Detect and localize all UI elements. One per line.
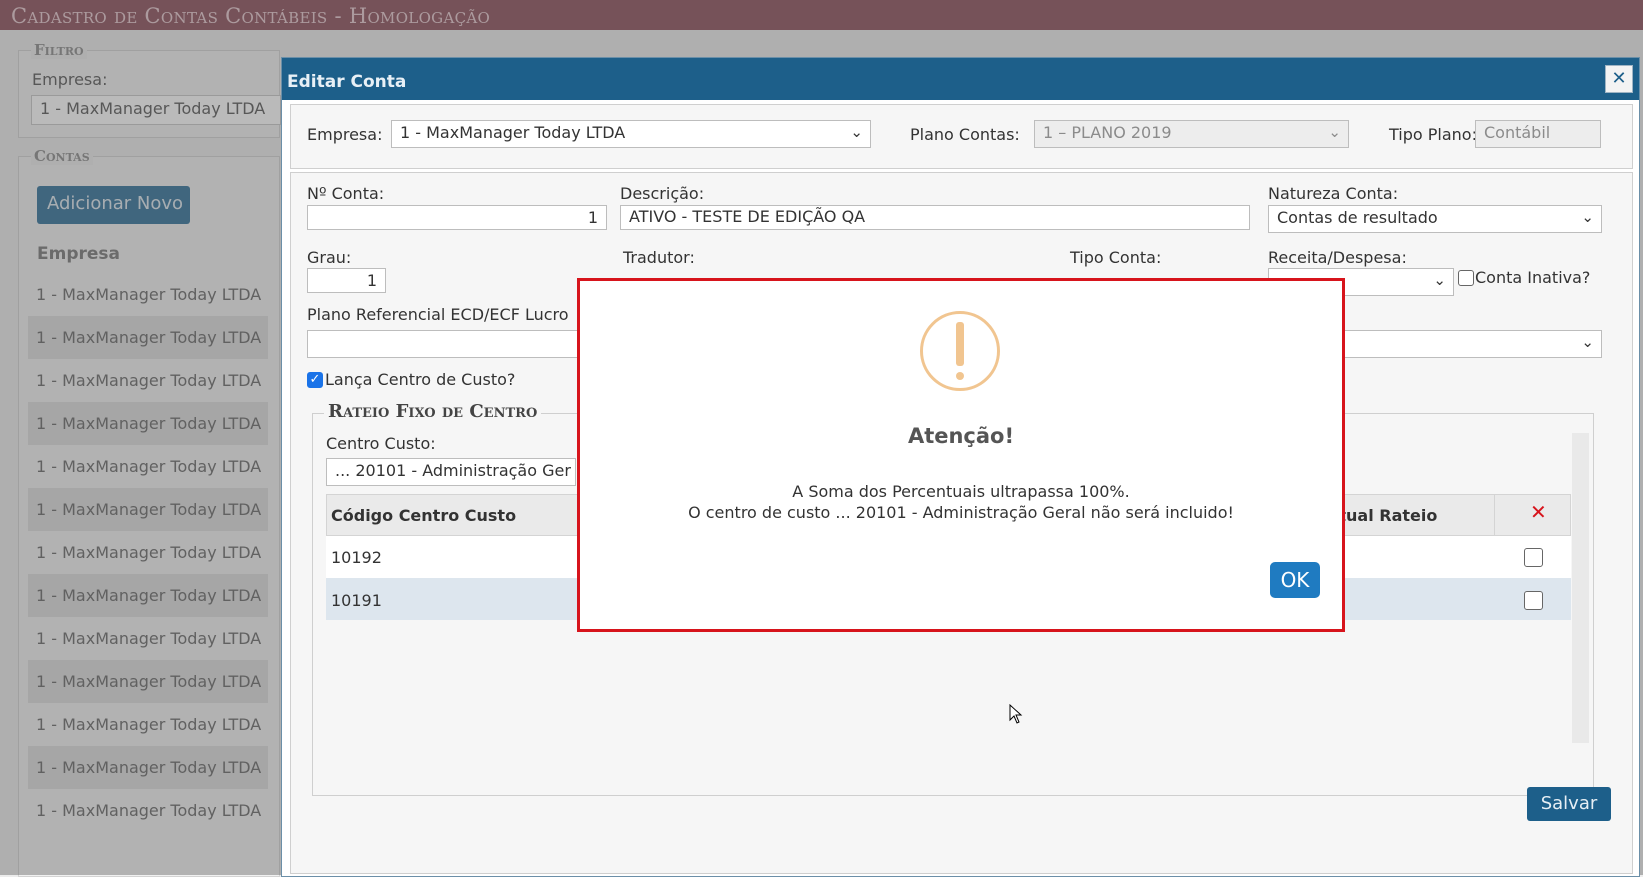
alert-title: Atenção! [907, 424, 1015, 448]
dialog-header: Editar Conta ✕ [282, 58, 1639, 100]
chevron-down-icon: ⌄ [850, 123, 863, 141]
natureza-conta-value: Contas de resultado [1277, 208, 1438, 227]
row-select-checkbox[interactable] [1524, 548, 1543, 567]
grau-label: Grau: [307, 248, 352, 267]
grid-cell-code: 10192 [331, 548, 382, 567]
save-button[interactable]: Salvar [1527, 787, 1611, 821]
numero-conta-input[interactable]: 1 [307, 205, 607, 230]
row-select-checkbox[interactable] [1524, 591, 1543, 610]
receita-despesa-label: Receita/Despesa: [1268, 248, 1407, 267]
grid-scrollbar[interactable] [1572, 433, 1589, 743]
alert-dialog: Atenção! A Soma dos Percentuais ultrapas… [577, 278, 1345, 632]
empresa-value: 1 - MaxManager Today LTDA [400, 123, 626, 142]
warning-icon-bar [956, 322, 964, 366]
chevron-down-icon: ⌄ [1581, 208, 1594, 226]
descricao-label: Descrição: [620, 184, 705, 203]
chevron-down-icon: ⌄ [1581, 333, 1594, 351]
warning-icon [920, 311, 1000, 391]
grid-col-code: Código Centro Custo [331, 506, 517, 525]
lanca-centro-custo-checkbox[interactable]: ✓ [307, 372, 323, 388]
rateio-legend: Rateio Fixo de Centro [324, 401, 542, 422]
descricao-input[interactable]: ATIVO - TESTE DE EDIÇÃO QA [620, 205, 1250, 230]
plano-referencial-label: Plano Referencial ECD/ECF Lucro [307, 305, 569, 324]
close-icon[interactable]: ✕ [1605, 65, 1633, 93]
tradutor-label: Tradutor: [623, 248, 695, 267]
alert-message: A Soma dos Percentuais ultrapassa 100%. … [580, 481, 1342, 523]
centro-custo-label: Centro Custo: [326, 434, 436, 453]
warning-icon-dot [956, 372, 964, 380]
mouse-cursor-icon [1009, 704, 1023, 724]
natureza-conta-select[interactable]: Contas de resultado ⌄ [1268, 205, 1602, 233]
delete-all-icon[interactable]: ✕ [1530, 500, 1547, 524]
plano-contas-label: Plano Contas: [910, 125, 1020, 144]
chevron-down-icon: ⌄ [1433, 271, 1446, 289]
dialog-title: Editar Conta [287, 72, 407, 92]
grau-input[interactable]: 1 [307, 268, 386, 293]
tipo-conta-label: Tipo Conta: [1070, 248, 1162, 267]
numero-conta-label: Nº Conta: [307, 184, 385, 203]
plano-contas-value: 1 – PLANO 2019 [1043, 123, 1172, 142]
chevron-down-icon: ⌄ [1328, 123, 1341, 141]
ok-button[interactable]: OK [1270, 562, 1320, 598]
tipo-plano-label: Tipo Plano: [1389, 125, 1477, 144]
alert-message-line2: O centro de custo ... 20101 - Administra… [688, 503, 1234, 522]
centro-custo-select[interactable]: ... 20101 - Administração Ger [326, 458, 576, 486]
plano-contas-select: 1 – PLANO 2019 ⌄ [1034, 120, 1349, 148]
lanca-centro-custo-label: Lança Centro de Custo? [325, 370, 516, 389]
conta-inativa-checkbox[interactable] [1458, 270, 1474, 286]
alert-message-line1: A Soma dos Percentuais ultrapassa 100%. [792, 482, 1130, 501]
tipo-plano-field: Contábil [1475, 120, 1601, 148]
empresa-label: Empresa: [307, 125, 383, 144]
natureza-conta-label: Natureza Conta: [1268, 184, 1399, 203]
empresa-select[interactable]: 1 - MaxManager Today LTDA ⌄ [391, 120, 871, 148]
grid-cell-code: 10191 [331, 591, 382, 610]
conta-inativa-label: Conta Inativa? [1475, 268, 1591, 287]
